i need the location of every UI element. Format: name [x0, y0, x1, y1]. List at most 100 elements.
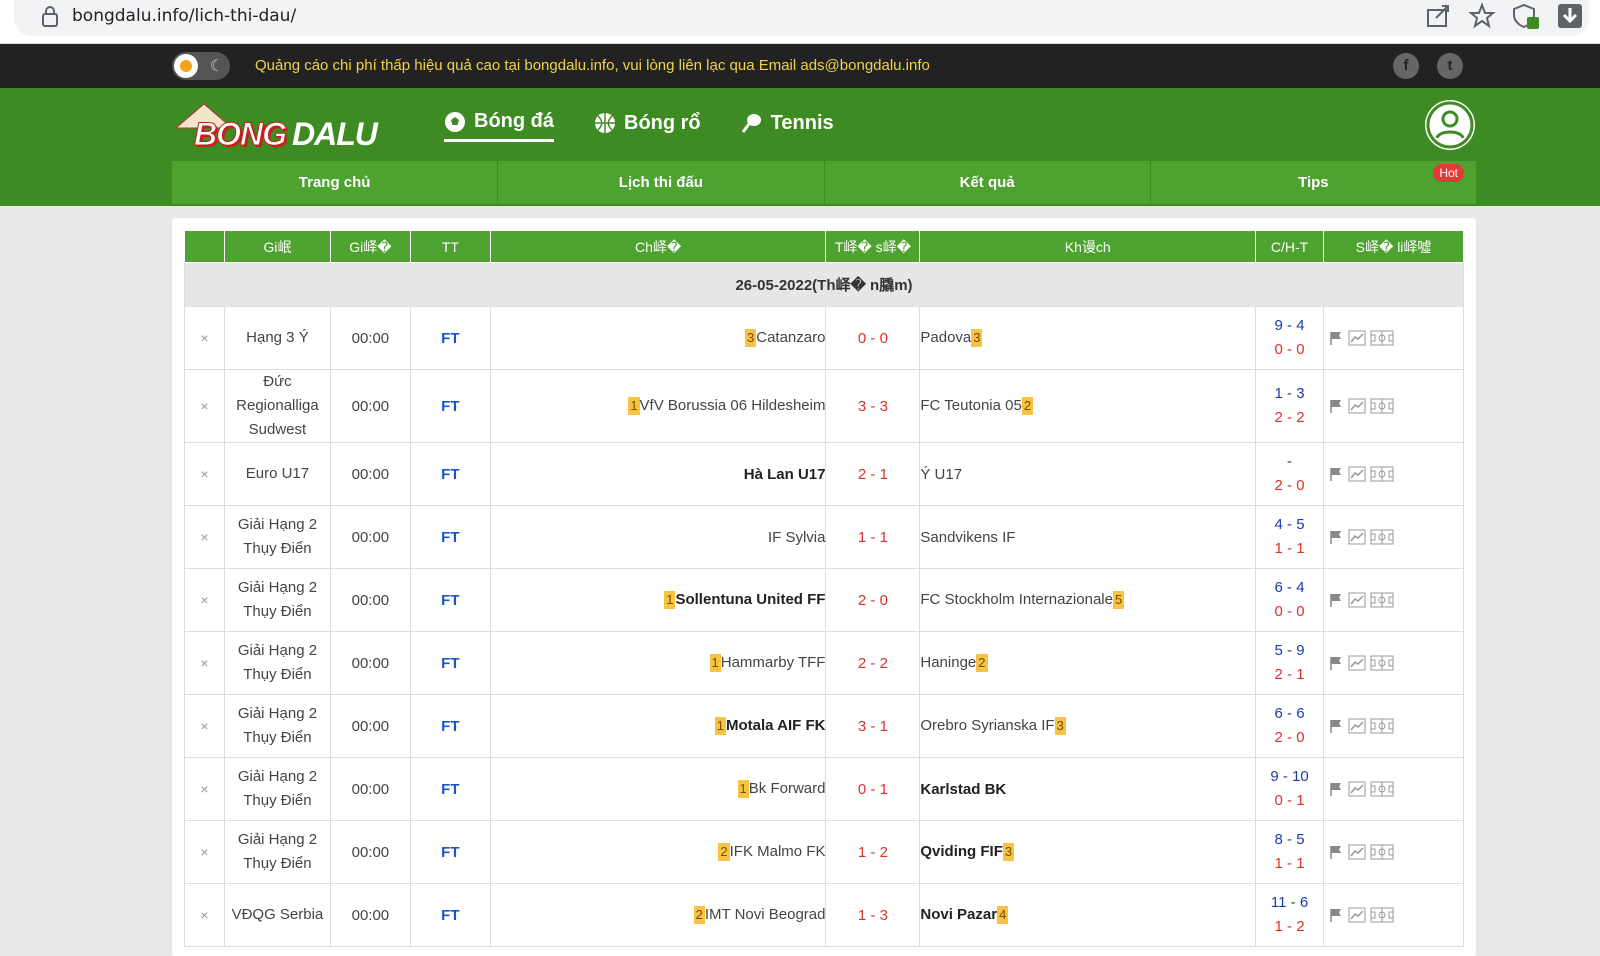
pitch-icon[interactable]: [1370, 655, 1394, 671]
trend-chart-icon[interactable]: [1348, 844, 1366, 860]
away-team-name[interactable]: FC Stockholm Internazionale: [920, 591, 1113, 608]
hide-match-button[interactable]: ×: [184, 757, 225, 821]
menu-item-schedule[interactable]: Lịch thi đấu: [498, 161, 825, 204]
flag-icon[interactable]: [1328, 718, 1344, 734]
away-team-name[interactable]: Sandvikens IF: [920, 529, 1015, 546]
home-team-cell[interactable]: Hà Lan U17: [489, 442, 827, 506]
away-team-name[interactable]: FC Teutonia 05: [920, 397, 1021, 414]
theme-toggle[interactable]: ☾: [172, 52, 230, 80]
home-team-name[interactable]: Motala AIF FK: [726, 717, 825, 734]
hide-match-button[interactable]: ×: [184, 820, 225, 884]
pitch-icon[interactable]: [1370, 907, 1394, 923]
flag-icon[interactable]: [1328, 330, 1344, 346]
sport-tab-basketball[interactable]: Bóng rổ: [594, 110, 701, 142]
league-name[interactable]: Đức Regionalliga Sudwest: [223, 369, 331, 443]
flag-icon[interactable]: [1328, 592, 1344, 608]
home-team-cell[interactable]: 2 IFK Malmo FK: [489, 820, 827, 884]
match-score[interactable]: 1 - 3: [825, 883, 921, 947]
facebook-icon[interactable]: f: [1393, 53, 1419, 79]
home-team-name[interactable]: Sollentuna United FF: [675, 591, 825, 608]
twitter-icon[interactable]: t: [1437, 53, 1463, 79]
home-team-cell[interactable]: 3 Catanzaro: [489, 306, 827, 370]
away-team-name[interactable]: Orebro Syrianska IF: [920, 717, 1054, 734]
match-row[interactable]: × Hạng 3 Ý 00:00 FT 3 Catanzaro 0 - 0 Padova 3 9 …: [184, 306, 1464, 370]
league-name[interactable]: Giải Hạng 2 Thụy Điển: [223, 757, 331, 821]
hide-match-button[interactable]: ×: [184, 369, 225, 443]
pitch-icon[interactable]: [1370, 466, 1394, 482]
pitch-icon[interactable]: [1370, 844, 1394, 860]
match-score[interactable]: 3 - 3: [825, 369, 921, 443]
home-team-name[interactable]: VfV Borussia 06 Hildesheim: [640, 397, 826, 414]
match-score[interactable]: 1 - 2: [825, 820, 921, 884]
menu-item-tips[interactable]: Tips Hot: [1151, 161, 1476, 204]
home-team-name[interactable]: IFK Malmo FK: [730, 843, 826, 860]
match-row[interactable]: × Giải Hạng 2 Thụy Điển 00:00 FT IF Sylvia 1 …: [184, 505, 1464, 569]
match-score[interactable]: 3 - 1: [825, 694, 921, 758]
home-team-cell[interactable]: 1 VfV Borussia 06 Hildesheim: [489, 369, 827, 443]
match-score[interactable]: 1 - 1: [825, 505, 921, 569]
pitch-icon[interactable]: [1370, 529, 1394, 545]
url-text[interactable]: bongdalu.info/lich-thi-dau/: [72, 6, 296, 26]
trend-chart-icon[interactable]: [1348, 398, 1366, 414]
trend-chart-icon[interactable]: [1348, 330, 1366, 346]
away-team-cell[interactable]: Haninge 2: [919, 631, 1257, 695]
match-row[interactable]: × Giải Hạng 2 Thụy Điển 00:00 FT 1 Hammarby T…: [184, 631, 1464, 695]
menu-item-results[interactable]: Kết quả: [825, 161, 1151, 204]
flag-icon[interactable]: [1328, 529, 1344, 545]
away-team-cell[interactable]: Padova 3: [919, 306, 1257, 370]
away-team-cell[interactable]: FC Teutonia 05 2: [919, 369, 1257, 443]
match-row[interactable]: × Đức Regionalliga Sudwest 00:00 FT 1 VfV Bor…: [184, 369, 1464, 443]
away-team-cell[interactable]: Ý U17: [919, 442, 1257, 506]
pitch-icon[interactable]: [1370, 781, 1394, 797]
match-score[interactable]: 2 - 1: [825, 442, 921, 506]
home-team-cell[interactable]: 1 Bk Forward: [489, 757, 827, 821]
flag-icon[interactable]: [1328, 844, 1344, 860]
league-name[interactable]: Giải Hạng 2 Thụy Điển: [223, 631, 331, 695]
site-logo[interactable]: BONG DALU: [174, 102, 388, 158]
menu-item-home[interactable]: Trang chủ: [172, 161, 499, 204]
away-team-cell[interactable]: Orebro Syrianska IF 3: [919, 694, 1257, 758]
match-row[interactable]: × Giải Hạng 2 Thụy Điển 00:00 FT 1 Sollentuna…: [184, 568, 1464, 632]
trend-chart-icon[interactable]: [1348, 529, 1366, 545]
match-score[interactable]: 2 - 2: [825, 631, 921, 695]
flag-icon[interactable]: [1328, 398, 1344, 414]
league-name[interactable]: Giải Hạng 2 Thụy Điển: [223, 568, 331, 632]
trend-chart-icon[interactable]: [1348, 592, 1366, 608]
trend-chart-icon[interactable]: [1348, 466, 1366, 482]
away-team-name[interactable]: Ý U17: [920, 466, 962, 483]
match-row[interactable]: × Euro U17 00:00 FT Hà Lan U17 2 - 1Ý U17 - 2 -…: [184, 442, 1464, 506]
away-team-name[interactable]: Novi Pazar: [920, 906, 997, 923]
download-icon[interactable]: [1556, 2, 1584, 30]
away-team-cell[interactable]: Novi Pazar 4: [919, 883, 1257, 947]
away-team-cell[interactable]: FC Stockholm Internazionale 5: [919, 568, 1257, 632]
home-team-cell[interactable]: IF Sylvia: [489, 505, 827, 569]
hide-match-button[interactable]: ×: [184, 568, 225, 632]
home-team-name[interactable]: Hammarby TFF: [721, 654, 826, 671]
trend-chart-icon[interactable]: [1348, 718, 1366, 734]
sport-tab-tennis[interactable]: Tennis: [741, 110, 834, 142]
home-team-name[interactable]: Hà Lan U17: [744, 466, 826, 483]
hide-match-button[interactable]: ×: [184, 631, 225, 695]
match-row[interactable]: × VĐQG Serbia 00:00 FT 2 IMT Novi Beograd 1 - …: [184, 883, 1464, 947]
trend-chart-icon[interactable]: [1348, 655, 1366, 671]
home-team-cell[interactable]: 1 Hammarby TFF: [489, 631, 827, 695]
trend-chart-icon[interactable]: [1348, 781, 1366, 797]
home-team-cell[interactable]: 1 Sollentuna United FF: [489, 568, 827, 632]
address-bar[interactable]: bongdalu.info/lich-thi-dau/: [14, 0, 1589, 36]
away-team-cell[interactable]: Karlstad BK: [919, 757, 1257, 821]
hide-match-button[interactable]: ×: [184, 883, 225, 947]
away-team-cell[interactable]: Qviding FIF 3: [919, 820, 1257, 884]
extension-shield-icon[interactable]: [1512, 2, 1540, 30]
user-avatar[interactable]: [1425, 100, 1475, 150]
match-score[interactable]: 0 - 1: [825, 757, 921, 821]
league-name[interactable]: Giải Hạng 2 Thụy Điển: [223, 694, 331, 758]
match-row[interactable]: × Giải Hạng 2 Thụy Điển 00:00 FT 1 Bk Forward…: [184, 757, 1464, 821]
away-team-cell[interactable]: Sandvikens IF: [919, 505, 1257, 569]
home-team-name[interactable]: Bk Forward: [749, 780, 826, 797]
home-team-cell[interactable]: 2 IMT Novi Beograd: [489, 883, 827, 947]
away-team-name[interactable]: Karlstad BK: [920, 781, 1006, 798]
match-row[interactable]: × Giải Hạng 2 Thụy Điển 00:00 FT 2 IFK Malmo …: [184, 820, 1464, 884]
flag-icon[interactable]: [1328, 466, 1344, 482]
trend-chart-icon[interactable]: [1348, 907, 1366, 923]
league-name[interactable]: Giải Hạng 2 Thụy Điển: [223, 820, 331, 884]
